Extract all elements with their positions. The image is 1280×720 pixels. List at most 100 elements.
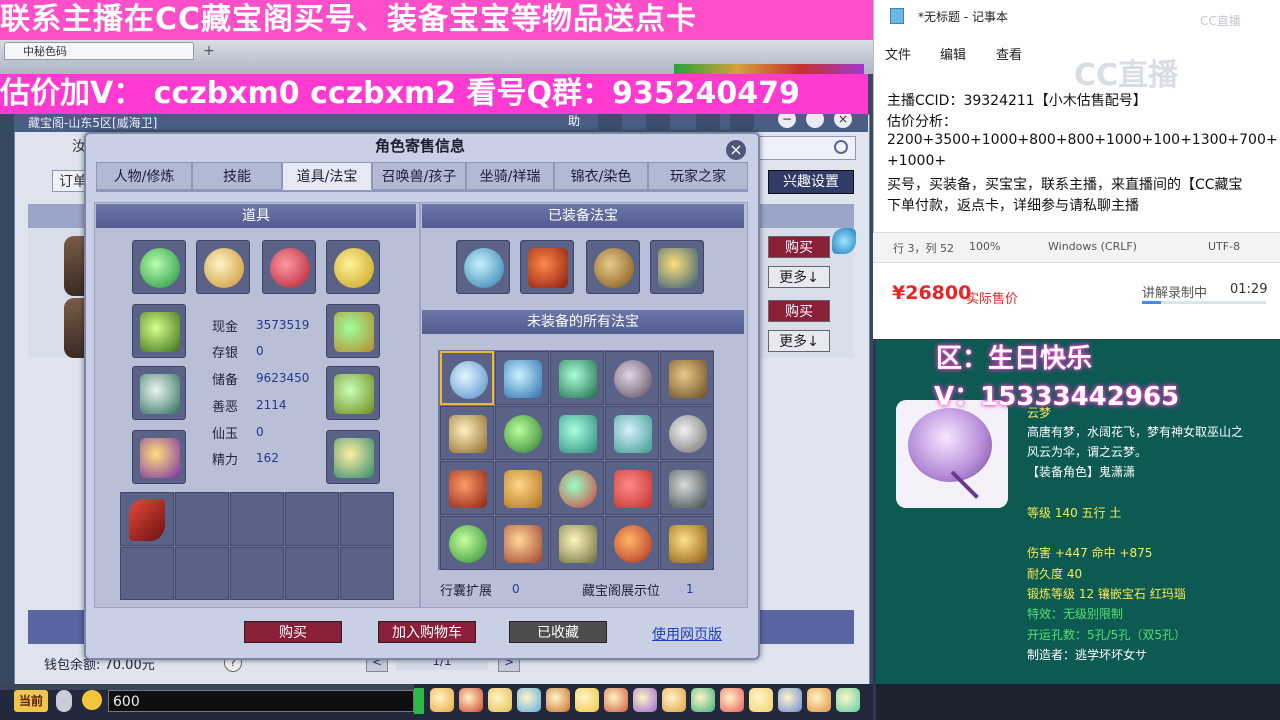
- treasure-slot[interactable]: [440, 351, 494, 405]
- menu-edit[interactable]: 编辑: [940, 44, 966, 63]
- treasure-slot[interactable]: [520, 240, 574, 294]
- treasure-slot[interactable]: [440, 406, 494, 460]
- bag-slot[interactable]: [285, 492, 339, 546]
- item-slot[interactable]: [132, 430, 186, 484]
- skill-shortcut-icon[interactable]: [807, 688, 831, 712]
- treasure-slot[interactable]: [650, 240, 704, 294]
- skill-shortcut-icon[interactable]: [430, 688, 454, 712]
- treasure-slot[interactable]: [550, 406, 604, 460]
- item-slot[interactable]: [132, 304, 186, 358]
- skill-shortcut-icon[interactable]: [633, 688, 657, 712]
- item-slot[interactable]: [196, 240, 250, 294]
- tab-pets-children[interactable]: 召唤兽/孩子: [372, 162, 466, 190]
- treasure-slot[interactable]: [495, 516, 549, 570]
- microphone-icon[interactable]: [56, 690, 72, 712]
- notepad-line[interactable]: +1000+: [887, 153, 946, 169]
- chat-send-handle[interactable]: [414, 688, 424, 714]
- treasure-slot[interactable]: [605, 406, 659, 460]
- tab-player-home[interactable]: 玩家之家: [648, 162, 748, 190]
- item-slot[interactable]: [326, 430, 380, 484]
- avatar[interactable]: [64, 298, 86, 358]
- item-durability: 耐久度 40: [1027, 567, 1083, 581]
- stat-value: 162: [256, 451, 279, 465]
- buy-button[interactable]: 购买: [244, 621, 342, 643]
- avatar[interactable]: [64, 236, 86, 296]
- tab-items-treasures[interactable]: 道具/法宝: [282, 162, 372, 190]
- treasure-slot[interactable]: [456, 240, 510, 294]
- skill-shortcut-icon[interactable]: [459, 688, 483, 712]
- bag-slot[interactable]: [175, 547, 229, 600]
- more-button[interactable]: 更多↓: [768, 330, 830, 352]
- tab-mounts[interactable]: 坐骑/祥瑞: [466, 162, 554, 190]
- notepad-line[interactable]: 估价分析：: [887, 111, 957, 131]
- notepad-line[interactable]: 2200+3500+1000+800+800+1000+100+1300+700…: [887, 132, 1278, 148]
- emoji-icon[interactable]: [82, 690, 102, 710]
- treasure-slot[interactable]: [495, 461, 549, 515]
- treasure-slot[interactable]: [660, 461, 714, 515]
- tab-skills[interactable]: 技能: [192, 162, 282, 190]
- item-slot[interactable]: [132, 240, 186, 294]
- menu-view[interactable]: 查看: [996, 44, 1022, 63]
- chat-channel-button[interactable]: 当前: [14, 690, 48, 712]
- treasure-slot[interactable]: [440, 461, 494, 515]
- search-icon[interactable]: [834, 140, 848, 154]
- interest-settings-button[interactable]: 兴趣设置: [768, 170, 854, 194]
- item-slot[interactable]: [326, 304, 380, 358]
- treasure-slot[interactable]: [495, 406, 549, 460]
- skill-shortcut-icon[interactable]: [488, 688, 512, 712]
- bag-slot[interactable]: [230, 492, 284, 546]
- bag-slot[interactable]: [340, 547, 394, 600]
- buy-button[interactable]: 购买: [768, 300, 830, 322]
- bag-slot[interactable]: [120, 547, 174, 600]
- item-desc: 高唐有梦，水阔花飞，梦有神女取巫山之: [1027, 425, 1244, 439]
- notepad-line[interactable]: 买号，买装备，买宝宝，联系主播，来直播间的【CC藏宝: [887, 174, 1243, 194]
- skill-shortcut-icon[interactable]: [575, 688, 599, 712]
- treasure-slot[interactable]: [660, 406, 714, 460]
- add-to-cart-button[interactable]: 加入购物车: [378, 621, 476, 643]
- tab-character[interactable]: 人物/修炼: [96, 162, 192, 190]
- menu-file[interactable]: 文件: [885, 44, 911, 63]
- treasure-slot[interactable]: [440, 516, 494, 570]
- chat-input[interactable]: 600: [108, 690, 414, 712]
- notepad-line[interactable]: 主播CCID：39324211【小木估售配号】: [887, 90, 1147, 110]
- tab-outfits[interactable]: 锦衣/染色: [554, 162, 648, 190]
- browser-tab[interactable]: 中秘色码: [4, 42, 194, 60]
- skill-shortcut-icon[interactable]: [546, 688, 570, 712]
- overlay-contact: V：15333442965: [934, 382, 1180, 412]
- item-slot[interactable]: [132, 366, 186, 420]
- treasure-slot[interactable]: [495, 351, 549, 405]
- bag-slot[interactable]: [120, 492, 174, 546]
- treasure-slot[interactable]: [605, 351, 659, 405]
- skill-shortcut-icon[interactable]: [604, 688, 628, 712]
- favorited-button[interactable]: 已收藏: [509, 621, 607, 643]
- buy-button[interactable]: 购买: [768, 236, 830, 258]
- help-icon[interactable]: 助: [568, 112, 584, 128]
- item-slot[interactable]: [326, 366, 380, 420]
- bag-slot[interactable]: [175, 492, 229, 546]
- item-slot[interactable]: [326, 240, 380, 294]
- treasure-slot[interactable]: [550, 516, 604, 570]
- skill-shortcut-icon[interactable]: [778, 688, 802, 712]
- bag-slot[interactable]: [340, 492, 394, 546]
- bag-slot[interactable]: [230, 547, 284, 600]
- more-button[interactable]: 更多↓: [768, 266, 830, 288]
- treasure-slot[interactable]: [660, 351, 714, 405]
- treasure-slot[interactable]: [586, 240, 640, 294]
- bag-slot[interactable]: [285, 547, 339, 600]
- skill-shortcut-icon[interactable]: [517, 688, 541, 712]
- close-icon[interactable]: ×: [726, 140, 746, 160]
- skill-shortcut-icon[interactable]: [691, 688, 715, 712]
- skill-shortcut-icon[interactable]: [662, 688, 686, 712]
- web-version-link[interactable]: 使用网页版: [652, 624, 722, 644]
- treasure-slot[interactable]: [605, 516, 659, 570]
- item-slot[interactable]: [262, 240, 316, 294]
- treasure-slot[interactable]: [550, 351, 604, 405]
- treasure-slot[interactable]: [550, 461, 604, 515]
- new-tab-icon[interactable]: +: [200, 42, 218, 60]
- treasure-slot[interactable]: [660, 516, 714, 570]
- skill-shortcut-icon[interactable]: [749, 688, 773, 712]
- notepad-line[interactable]: 下单付款，返点卡，详细参与请私聊主播: [887, 195, 1139, 215]
- treasure-slot[interactable]: [605, 461, 659, 515]
- skill-shortcut-icon[interactable]: [720, 688, 744, 712]
- skill-shortcut-icon[interactable]: [836, 688, 860, 712]
